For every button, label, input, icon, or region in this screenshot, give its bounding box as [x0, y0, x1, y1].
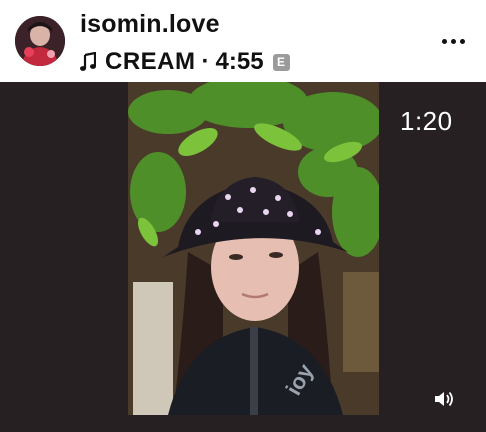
video-frame[interactable]: ioy: [128, 82, 379, 415]
song-title: CREAM: [105, 48, 196, 75]
music-note-icon: [80, 52, 96, 71]
song-duration: 4:55: [215, 48, 264, 75]
separator-dot: ·: [201, 48, 210, 75]
profile-avatar[interactable]: [15, 16, 65, 66]
music-info[interactable]: CREAM · 4:55 E: [80, 47, 290, 77]
username[interactable]: isomin.love: [80, 10, 220, 39]
volume-on-icon[interactable]: [424, 382, 464, 416]
more-options-icon[interactable]: [436, 30, 470, 52]
post-header: isomin.love CREAM · 4:55 E: [0, 0, 486, 82]
video-player[interactable]: ioy 1:20: [0, 82, 486, 432]
explicit-badge: E: [272, 53, 290, 71]
video-elapsed-time: 1:20: [400, 106, 453, 136]
